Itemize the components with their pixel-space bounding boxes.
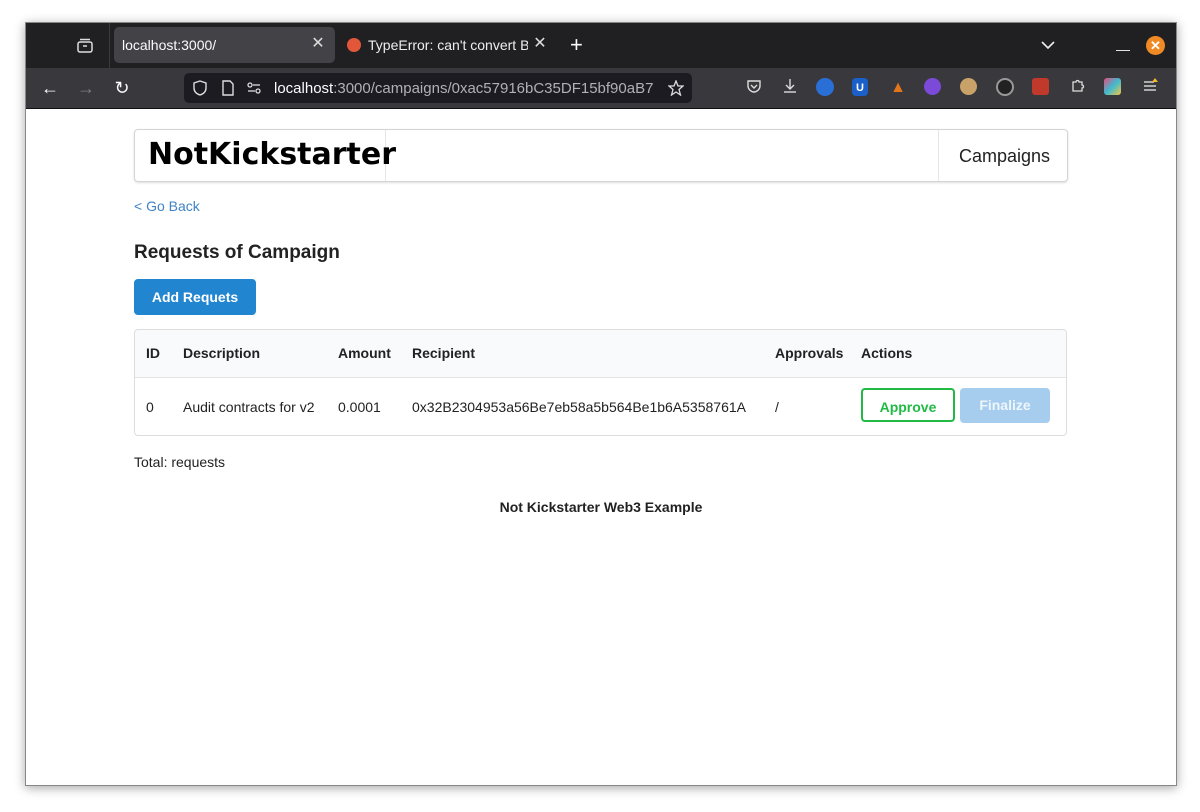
brand-text: NotKickstarter: [148, 137, 397, 172]
permissions-icon[interactable]: [246, 80, 262, 96]
header-approvals: Approvals: [775, 345, 844, 361]
extension-red-icon[interactable]: [1032, 78, 1049, 95]
pocket-icon[interactable]: [744, 78, 764, 98]
requests-table: ID Description Amount Recipient Approval…: [134, 329, 1067, 436]
nav-toolbar: ← → ↻ localhost:3000/campaigns/0xac57916…: [26, 68, 1176, 109]
extension-blue-icon[interactable]: [816, 78, 834, 96]
header-amount: Amount: [338, 345, 391, 361]
go-back-link[interactable]: < Go Back: [134, 198, 200, 214]
approve-button[interactable]: Approve: [861, 388, 955, 422]
shield-icon[interactable]: [192, 80, 208, 96]
tab-title: localhost:3000/: [122, 37, 217, 53]
tab-list-icon[interactable]: [76, 37, 94, 55]
tab-title: TypeError: can't convert BI: [368, 37, 528, 53]
browser-window: localhost:3000/ ✕ TypeError: can't conve…: [25, 22, 1177, 786]
add-request-button[interactable]: Add Requets: [134, 279, 256, 315]
header-actions: Actions: [861, 345, 913, 361]
metamask-fox-icon[interactable]: ▲: [888, 78, 908, 98]
cell-id: 0: [146, 399, 154, 415]
chevron-down-icon[interactable]: [1040, 37, 1056, 58]
close-window-icon[interactable]: ✕: [1146, 36, 1165, 55]
cell-approvals: /: [775, 399, 779, 415]
page-title: Requests of Campaign: [134, 242, 340, 263]
extension-reel-icon[interactable]: [996, 78, 1014, 96]
page-icon[interactable]: [220, 80, 236, 96]
tab-localhost[interactable]: localhost:3000/ ✕: [114, 27, 335, 63]
url-host: localhost: [274, 80, 334, 97]
cell-description: Audit contracts for v2: [183, 399, 315, 415]
footer-text: Not Kickstarter Web3 Example: [499, 499, 703, 515]
extension-purple-icon[interactable]: [924, 78, 941, 95]
reload-icon[interactable]: ↻: [112, 78, 132, 98]
extension-owl-icon[interactable]: [960, 78, 977, 95]
url-text[interactable]: localhost:3000/campaigns/0xac57916bC35DF…: [274, 80, 662, 97]
tab-close-icon[interactable]: ✕: [530, 34, 550, 54]
bookmark-star-icon[interactable]: [667, 79, 685, 97]
header-description: Description: [183, 345, 261, 361]
finalize-button[interactable]: Finalize: [960, 388, 1050, 423]
tab-close-icon[interactable]: ✕: [308, 34, 328, 54]
header-id: ID: [146, 345, 160, 361]
new-tab-button[interactable]: +: [570, 34, 583, 56]
tab-bar: localhost:3000/ ✕ TypeError: can't conve…: [26, 23, 1176, 68]
total-requests: Total: requests: [134, 454, 226, 470]
campaigns-label: Campaigns: [959, 146, 1051, 166]
cell-amount: 0.0001: [338, 399, 381, 415]
page-content: NotKickstarter Campaigns < Go Back Reque…: [26, 109, 1176, 785]
back-arrow-icon[interactable]: ←: [40, 78, 60, 98]
table-header: ID Description Amount Recipient Approval…: [135, 330, 1066, 378]
menu-hamburger-icon[interactable]: [1140, 78, 1160, 98]
extension-colorful-icon[interactable]: [1104, 78, 1121, 95]
top-menu: NotKickstarter Campaigns: [134, 129, 1068, 182]
tab-separator: [109, 23, 110, 68]
minimize-icon[interactable]: —: [1116, 41, 1130, 57]
cell-recipient: 0x32B2304953a56Be7eb58a5b564Be1b6A535876…: [412, 399, 746, 415]
url-path: :3000/campaigns/0xac57916bC35DF15bf90aB7: [333, 80, 654, 97]
duckduckgo-favicon-icon: [347, 38, 361, 52]
brand-logo[interactable]: NotKickstarter: [135, 130, 396, 181]
forward-arrow-icon[interactable]: →: [76, 78, 96, 98]
url-bar[interactable]: localhost:3000/campaigns/0xac57916bC35DF…: [184, 73, 692, 103]
tab-typeerror[interactable]: TypeError: can't convert BI ✕: [338, 27, 556, 63]
campaigns-menu-item[interactable]: Campaigns: [938, 130, 1067, 181]
header-recipient: Recipient: [412, 345, 476, 361]
download-icon[interactable]: [780, 78, 800, 98]
ublock-origin-icon[interactable]: U: [852, 78, 868, 96]
extensions-puzzle-icon[interactable]: [1068, 78, 1088, 98]
